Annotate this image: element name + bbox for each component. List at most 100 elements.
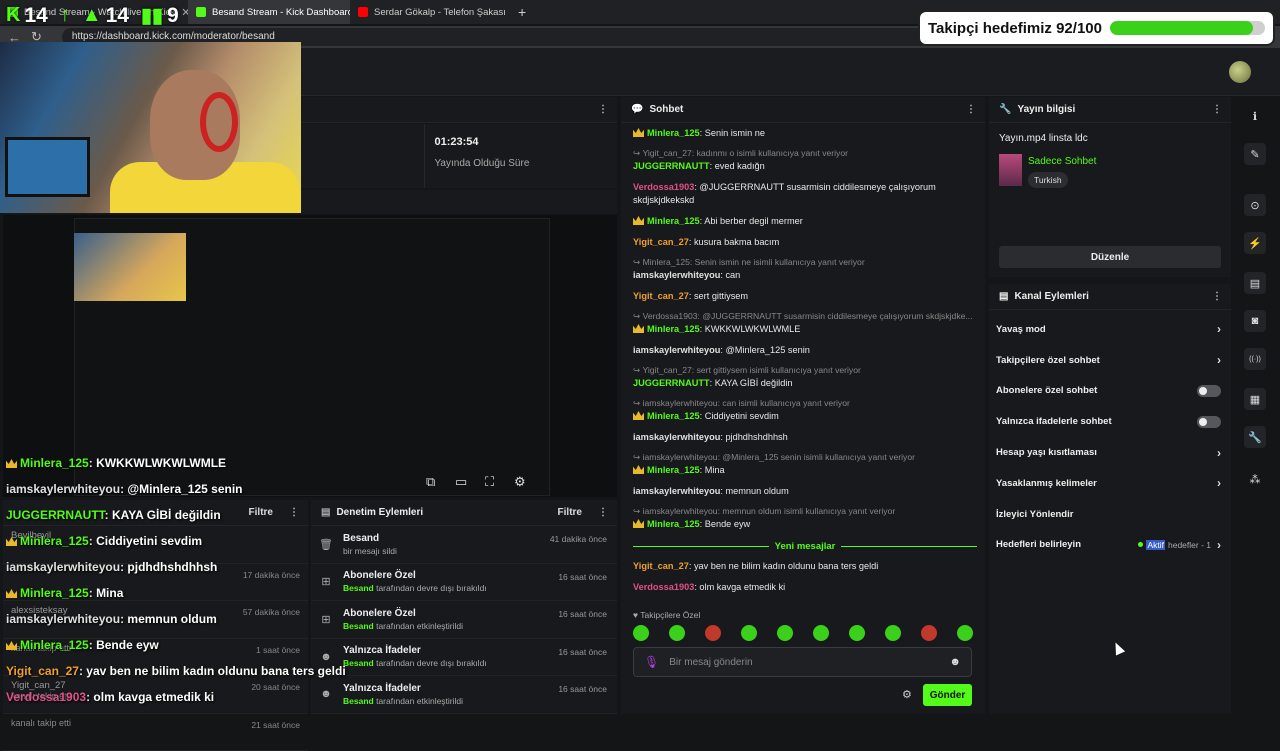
lightning-icon[interactable]: ⚡ <box>1244 232 1266 254</box>
chat-username: Minlera_125 <box>20 638 89 652</box>
emote-icon[interactable] <box>705 625 721 641</box>
emote-icon[interactable] <box>777 625 793 641</box>
moderation-row[interactable]: ⊞Abonelere ÖzelBesand tarafından devre d… <box>311 564 617 602</box>
chat-username[interactable]: Minlera_125 <box>647 465 700 475</box>
wrench-icon[interactable]: 🔧 <box>1244 426 1266 448</box>
more-options-icon[interactable]: ⋮ <box>1212 291 1221 302</box>
filter-button[interactable]: Filtre <box>558 507 582 518</box>
more-options-icon[interactable]: ⋮ <box>598 104 607 115</box>
chat-message[interactable]: Yigit_can_27: yav ben ne bilim kadın old… <box>633 556 977 577</box>
channel-action-3[interactable]: Abonelere özel sohbet <box>989 376 1231 407</box>
crown-icon <box>6 537 17 546</box>
send-button[interactable]: Gönder <box>923 684 972 706</box>
chat-username[interactable]: Minlera_125 <box>647 216 700 226</box>
chat-message[interactable]: Verdossa1903: olm kavga etmedik ki <box>633 577 977 598</box>
fullscreen-icon[interactable]: ⛶ <box>485 474 494 490</box>
chat-message[interactable]: ↪ Minlera_125: Senin ismin ne isimli kul… <box>633 253 977 286</box>
chat-bubble-icon[interactable]: ◙ <box>1244 310 1266 332</box>
emote-icon[interactable] <box>957 625 973 641</box>
chat-message[interactable]: iamskaylerwhiteyou: @Minlera_125 senin <box>633 340 977 361</box>
chat-settings-icon[interactable]: ⚙ <box>902 688 912 701</box>
broadcast-icon[interactable]: ((·)) <box>1244 348 1266 370</box>
channel-action-6[interactable]: Yasaklanmış kelimeler› <box>989 468 1231 499</box>
chat-username[interactable]: JUGGERRNAUTT <box>633 161 710 171</box>
emote-icon[interactable] <box>885 625 901 641</box>
toggle-switch[interactable] <box>1197 416 1221 428</box>
chat-message[interactable]: ↪ Yigit_can_27: kadınmı o isimli kullanı… <box>633 144 977 177</box>
tab-dashboard[interactable]: Besand Stream - Kick Dashboard ✕ <box>188 0 350 24</box>
microphone-icon[interactable]: 🎙 <box>644 655 659 669</box>
toggle-switch[interactable] <box>1197 385 1221 397</box>
emote-icon[interactable] <box>741 625 757 641</box>
chat-input-box[interactable]: 🎙 ☻ <box>633 647 972 677</box>
chat-message[interactable]: iamskaylerwhiteyou: pjdhdhshdhhsh <box>633 427 977 448</box>
chat-username[interactable]: Yigit_can_27 <box>633 237 689 247</box>
moderation-row[interactable]: ☻Yalnızca İfadelerBesand tarafından etki… <box>311 676 617 714</box>
chat-username[interactable]: Minlera_125 <box>647 519 700 529</box>
chat-username[interactable]: Verdossa1903 <box>633 182 694 192</box>
chat-username[interactable]: Minlera_125 <box>647 324 700 334</box>
chat-username[interactable]: Verdossa1903 <box>633 582 694 592</box>
document-icon[interactable]: ▤ <box>1244 272 1266 294</box>
crown-icon <box>6 641 17 650</box>
target-icon[interactable]: ⊙ <box>1244 194 1266 216</box>
emote-icon[interactable] <box>633 625 649 641</box>
theater-icon[interactable]: ▭ <box>455 474 467 490</box>
chat-message[interactable]: Yigit_can_27: kusura bakma bacım <box>633 232 977 253</box>
edit-button[interactable]: Düzenle <box>999 246 1221 268</box>
moderation-row[interactable]: ☻Yalnızca İfadelerBesand tarafından devr… <box>311 639 617 677</box>
chat-message[interactable]: ↪ iamskaylerwhiteyou: can isimli kullanı… <box>633 394 977 427</box>
avatar[interactable] <box>1229 61 1251 83</box>
chat-message[interactable]: Verdossa1903: @JUGGERRNAUTT susarmisin c… <box>633 177 977 211</box>
chevron-right-icon: › <box>1217 353 1221 367</box>
chat-message[interactable]: ↪ iamskaylerwhiteyou: @Minlera_125 senin… <box>633 448 977 481</box>
channel-action-7[interactable]: İzleyici Yönlendir <box>989 499 1231 530</box>
chat-username[interactable]: iamskaylerwhiteyou <box>633 270 720 280</box>
chat-username[interactable]: Yigit_can_27 <box>633 291 689 301</box>
chat-message[interactable]: ↪ Yigit_can_27: sert gittiysem isimli ku… <box>633 361 977 394</box>
pencil-icon[interactable]: ✎ <box>1244 143 1266 165</box>
follower-only-text: Takipçilere Özel <box>640 610 700 620</box>
channel-action-4[interactable]: Yalnızca ifadelerle sohbet <box>989 406 1231 437</box>
chat-username[interactable]: Minlera_125 <box>647 411 700 421</box>
new-tab-button[interactable]: + <box>510 0 532 24</box>
chat-message[interactable]: Minlera_125: Abi berber degil mermer <box>633 211 977 232</box>
more-options-icon[interactable]: ⋮ <box>1212 104 1221 115</box>
more-options-icon[interactable]: ⋮ <box>598 507 607 518</box>
moderation-row[interactable]: 🗑Besandbir mesajı sildi41 dakika önce <box>311 526 617 564</box>
chat-message[interactable]: iamskaylerwhiteyou: memnun oldum <box>633 481 977 502</box>
moderation-row[interactable]: ⊞Abonelere ÖzelBesand tarafından etkinle… <box>311 601 617 639</box>
chat-message[interactable]: Yigit_can_27: sert gittiysem <box>633 286 977 307</box>
chat-username[interactable]: iamskaylerwhiteyou <box>633 432 720 442</box>
emote-icon[interactable] <box>849 625 865 641</box>
overlay-chat-line: Minlera_125: Mina <box>6 580 346 606</box>
emote-icon[interactable] <box>669 625 685 641</box>
pip-icon[interactable]: ⧉ <box>426 474 435 490</box>
chat-username[interactable]: iamskaylerwhiteyou <box>633 486 720 496</box>
chat-input[interactable] <box>669 657 939 668</box>
chat-username[interactable]: iamskaylerwhiteyou <box>633 345 720 355</box>
chat-username[interactable]: Yigit_can_27 <box>633 561 689 571</box>
emote-icon[interactable] <box>921 625 937 641</box>
calendar-icon[interactable]: ▦ <box>1244 388 1266 410</box>
settings-gear-icon[interactable]: ⚙ <box>514 474 526 490</box>
overlay-counters: K14↑▲14▮▮9 <box>6 3 179 28</box>
more-options-icon[interactable]: ⋮ <box>966 104 975 115</box>
info-icon[interactable]: ℹ <box>1244 105 1266 127</box>
chat-message[interactable]: Minlera_125: Senin ismin ne <box>633 123 977 144</box>
chat-username[interactable]: Minlera_125 <box>647 128 700 138</box>
emote-icon[interactable] <box>813 625 829 641</box>
chat-message[interactable]: ↪ iamskaylerwhiteyou: memnun oldum isiml… <box>633 502 977 535</box>
category-link[interactable]: Sadece Sohbet <box>1028 156 1096 167</box>
chat-message-list[interactable]: Minlera_125: Senin ismin ne↪ Yigit_can_2… <box>621 123 985 598</box>
channel-action-8[interactable]: Hedefleri belirleyinAktifhedefler - 1› <box>989 530 1231 561</box>
tab-youtube[interactable]: Serdar Gökalp - Telefon Şakası | O ✕ <box>350 0 508 24</box>
tab-close-icon[interactable]: ✕ <box>181 6 188 19</box>
chat-username[interactable]: JUGGERRNAUTT <box>633 378 710 388</box>
channel-action-2[interactable]: Takipçilere özel sohbet› <box>989 345 1231 376</box>
shapes-icon[interactable]: ⁂ <box>1244 468 1266 490</box>
channel-action-5[interactable]: Hesap yaşı kısıtlaması› <box>989 437 1231 468</box>
chat-message[interactable]: ↪ Verdossa1903: @JUGGERRNAUTT susarmisin… <box>633 307 977 340</box>
emoji-icon[interactable]: ☻ <box>949 656 961 668</box>
channel-action-1[interactable]: Yavaş mod› <box>989 314 1231 345</box>
